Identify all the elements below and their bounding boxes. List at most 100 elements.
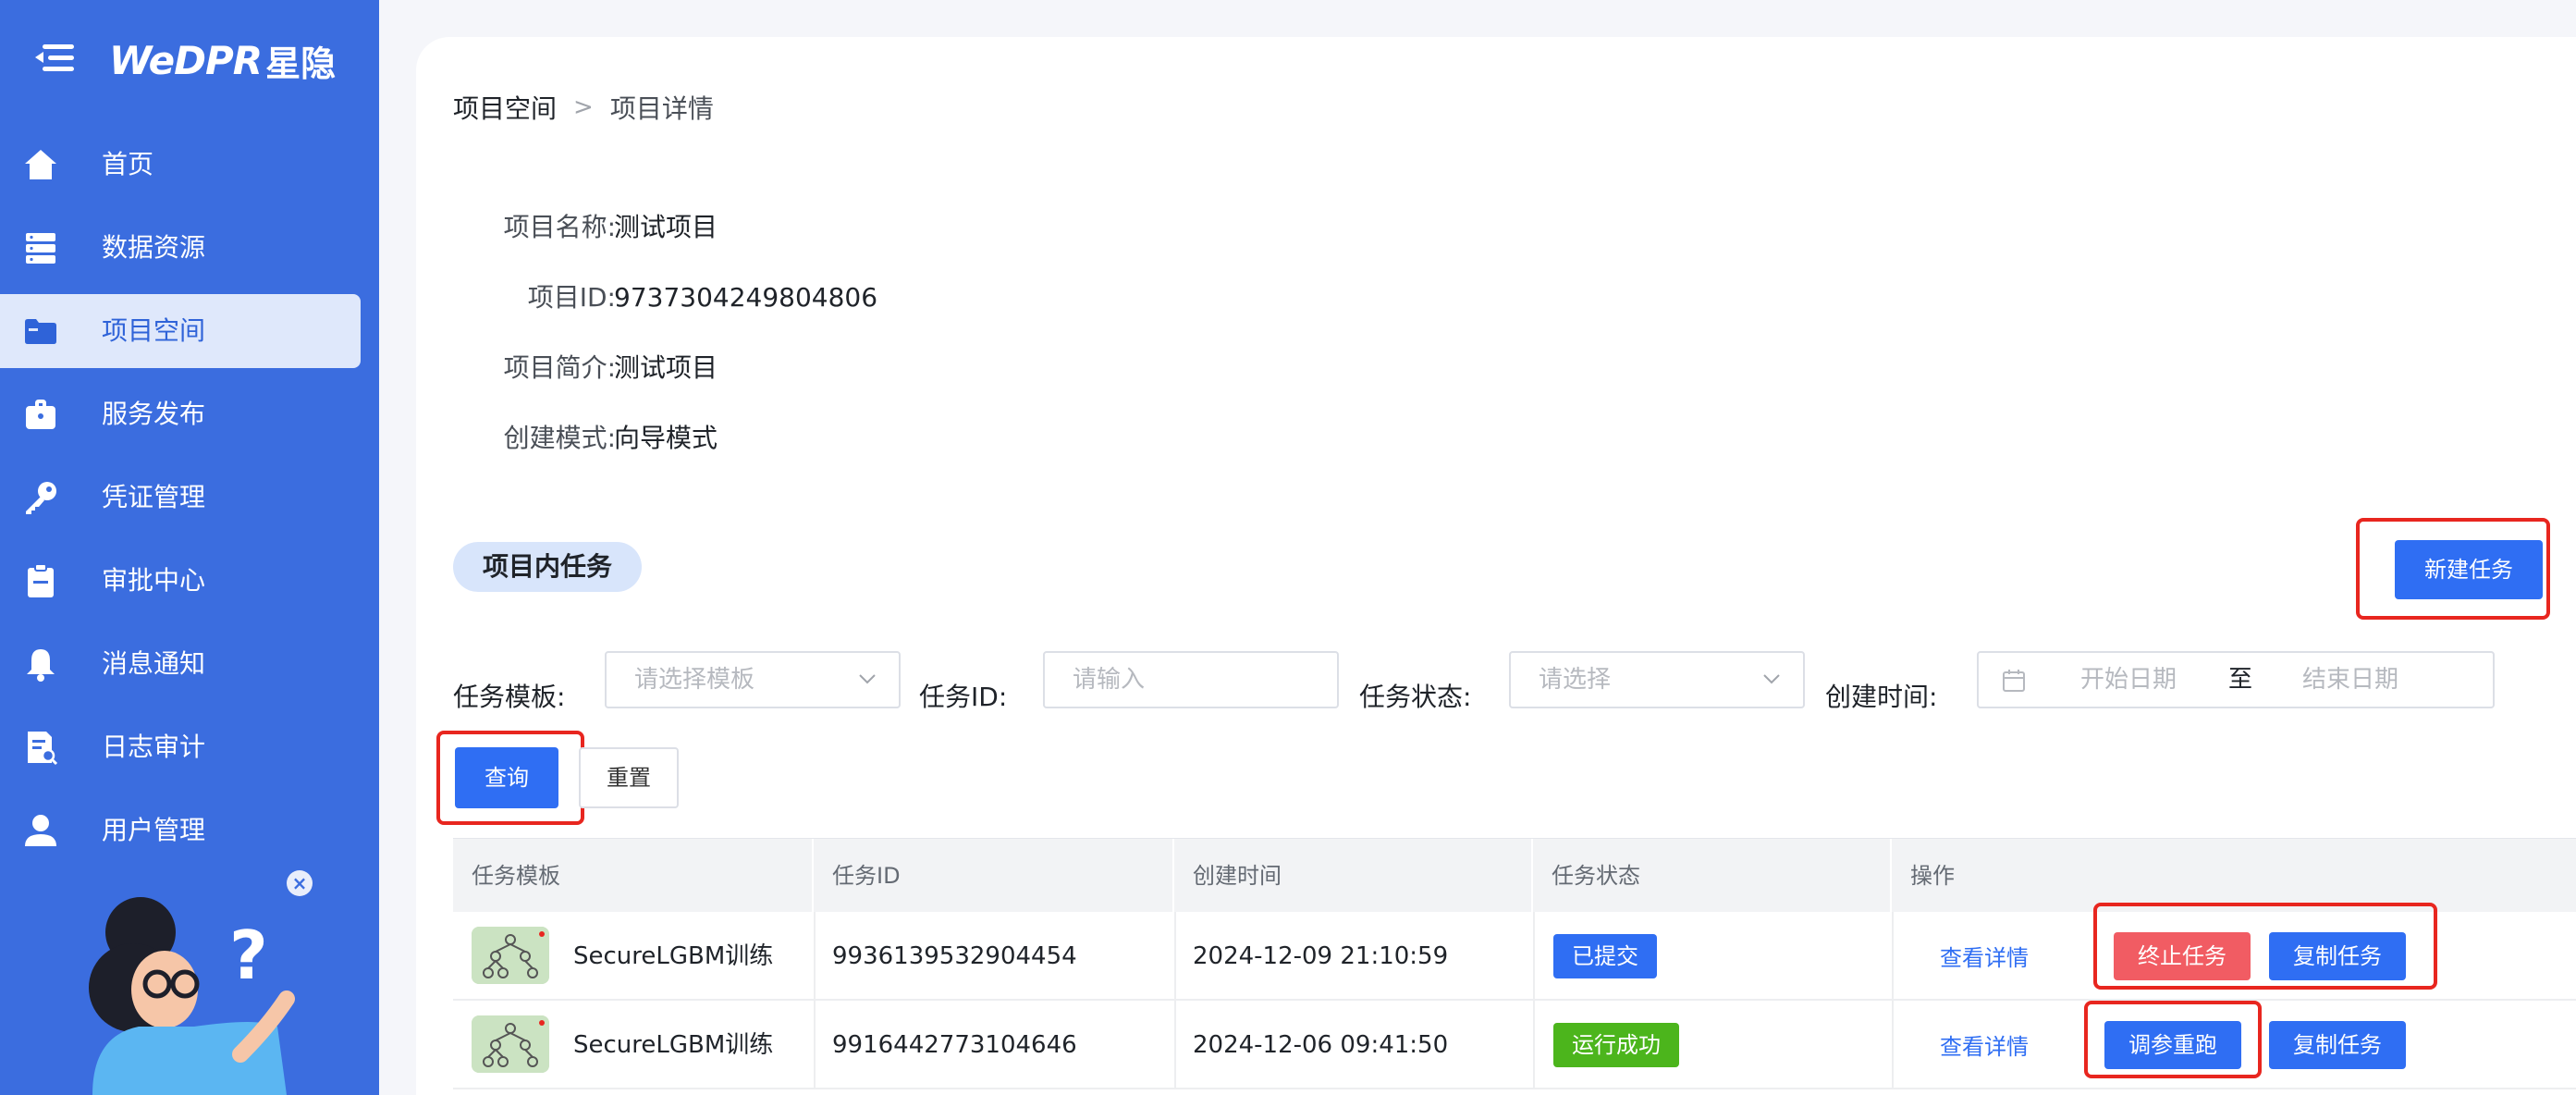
terminate-task-button[interactable]: 终止任务 — [2114, 932, 2251, 980]
sidebar: WeDPR 星隐 首页 数据资源 项目空间 服务发布 凭证管理 审批中心 消息通… — [0, 0, 379, 1095]
key-icon — [26, 482, 56, 514]
task-id-filter-label: 任务ID: — [919, 682, 1008, 712]
template-name: SecureLGBM训练 — [573, 1031, 774, 1059]
project-mode-row: 创建模式: — [416, 420, 616, 457]
project-id-row: 项目ID: — [416, 279, 616, 316]
calendar-icon — [2003, 670, 2025, 692]
project-id-value: 9737304249804806 — [614, 282, 878, 313]
app-logo: WeDPR 星隐 — [109, 28, 336, 92]
new-task-button[interactable]: 新建任务 — [2395, 540, 2543, 599]
sidebar-item-user-management[interactable]: 用户管理 — [0, 794, 361, 867]
project-desc-value: 测试项目 — [614, 352, 718, 383]
cell-divider — [1533, 1001, 1535, 1088]
main-panel: 项目空间 > 项目详情 项目名称: 测试项目 项目ID: 97373042498… — [416, 37, 2576, 1095]
status-select[interactable]: 请选择 — [1509, 651, 1805, 708]
briefcase-icon — [26, 400, 55, 429]
tasks-section-title: 项目内任务 — [453, 542, 643, 592]
status-badge: 运行成功 — [1553, 1023, 1679, 1067]
breadcrumb-current: 项目详情 — [609, 93, 714, 124]
sidebar-item-project-space[interactable]: 项目空间 — [0, 294, 361, 368]
task-id-cell: 9916442773104646 — [832, 1031, 1077, 1059]
database-icon — [26, 233, 55, 264]
help-illustration: ? — [89, 897, 295, 1095]
project-mode-value-wrap: 向导模式 — [614, 420, 1169, 457]
reset-button[interactable]: 重置 — [579, 747, 679, 808]
brand-name-cn: 星隐 — [265, 43, 337, 84]
folder-icon — [25, 319, 56, 344]
menu-collapse-icon[interactable] — [35, 41, 76, 74]
date-range-separator: 至 — [2228, 666, 2253, 694]
cell-divider — [1892, 1001, 1894, 1088]
sidebar-item-credential-management[interactable]: 凭证管理 — [0, 461, 361, 535]
sidebar-item-label: 项目空间 — [102, 315, 206, 346]
template-select-placeholder: 请选择模板 — [634, 666, 755, 694]
copy-task-button[interactable]: 复制任务 — [2269, 932, 2406, 980]
sidebar-item-service-publish[interactable]: 服务发布 — [0, 377, 361, 451]
chevron-down-icon — [1763, 674, 1780, 684]
project-desc-value-wrap: 测试项目 — [614, 350, 1169, 387]
project-id-label: 项目ID: — [527, 282, 616, 313]
template-thumbnail-icon — [472, 1015, 549, 1073]
brand-name: WeDPR — [109, 37, 263, 83]
home-icon — [25, 150, 56, 179]
end-date-placeholder[interactable]: 结束日期 — [2302, 653, 2398, 707]
cell-divider — [1892, 912, 1894, 999]
table-row: SecureLGBM训练 9916442773104646 2024-12-06… — [453, 1001, 2576, 1089]
project-name-value: 测试项目 — [614, 212, 718, 242]
start-date-placeholder[interactable]: 开始日期 — [2080, 653, 2177, 707]
task-id-cell: 9936139532904454 — [832, 942, 1077, 970]
sidebar-item-label: 消息通知 — [102, 648, 206, 679]
project-mode-label: 创建模式: — [503, 423, 616, 453]
audit-log-icon — [28, 732, 58, 766]
created-time-cell: 2024-12-06 09:41:50 — [1193, 1031, 1449, 1059]
cell-divider — [1533, 912, 1535, 999]
template-name: SecureLGBM训练 — [573, 942, 774, 970]
sidebar-item-label: 凭证管理 — [102, 482, 206, 512]
copy-task-button[interactable]: 复制任务 — [2269, 1021, 2406, 1069]
sidebar-item-notifications[interactable]: 消息通知 — [0, 627, 361, 701]
sidebar-item-label: 日志审计 — [102, 732, 206, 762]
project-name-row: 项目名称: — [416, 209, 616, 246]
project-desc-row: 项目简介: — [416, 350, 616, 387]
column-header-status: 任务状态 — [1533, 839, 1892, 913]
task-id-input-placeholder: 请输入 — [1073, 666, 1146, 694]
status-filter-label: 任务状态: — [1359, 682, 1472, 712]
template-select[interactable]: 请选择模板 — [605, 651, 901, 708]
view-details-link[interactable]: 查看详情 — [1940, 940, 2029, 972]
table-row: SecureLGBM训练 9936139532904454 2024-12-09… — [453, 903, 2576, 1001]
status-select-placeholder: 请选择 — [1539, 666, 1612, 694]
project-mode-value: 向导模式 — [614, 423, 718, 453]
retune-rerun-button[interactable]: 调参重跑 — [2104, 1021, 2241, 1069]
clipboard-icon — [28, 563, 54, 597]
sidebar-item-approval-center[interactable]: 审批中心 — [0, 544, 361, 618]
template-thumbnail-icon — [472, 927, 549, 984]
sidebar-item-label: 用户管理 — [102, 815, 206, 845]
breadcrumb: 项目空间 > 项目详情 — [453, 89, 714, 126]
column-header-actions: 操作 — [1910, 863, 1955, 889]
date-range-picker[interactable]: 开始日期 至 结束日期 — [1977, 651, 2495, 708]
user-icon — [25, 815, 56, 846]
template-filter-label: 任务模板: — [453, 682, 566, 712]
column-header-created: 创建时间 — [1174, 839, 1533, 913]
sidebar-item-log-audit[interactable]: 日志审计 — [0, 710, 361, 784]
sidebar-item-data-resources[interactable]: 数据资源 — [0, 211, 361, 285]
project-name-label: 项目名称: — [503, 212, 616, 242]
column-header-task-id: 任务ID — [814, 839, 1174, 913]
created-time-filter-label: 创建时间: — [1825, 682, 1938, 712]
sidebar-item-label: 服务发布 — [102, 399, 206, 429]
sidebar-item-label: 数据资源 — [102, 232, 206, 263]
project-desc-label: 项目简介: — [503, 352, 616, 383]
sidebar-item-label: 审批中心 — [102, 565, 206, 596]
column-header-template: 任务模板 — [453, 839, 814, 913]
created-time-cell: 2024-12-09 21:10:59 — [1193, 942, 1449, 970]
query-button[interactable]: 查询 — [455, 747, 558, 808]
breadcrumb-parent[interactable]: 项目空间 — [453, 89, 557, 126]
breadcrumb-separator: > — [573, 93, 594, 121]
chevron-down-icon — [859, 674, 876, 684]
view-details-link[interactable]: 查看详情 — [1940, 1028, 2029, 1061]
sidebar-item-label: 首页 — [102, 149, 154, 179]
sidebar-item-home[interactable]: 首页 — [0, 128, 361, 202]
bell-icon — [27, 649, 55, 682]
project-name-value-wrap: 测试项目 — [614, 209, 1169, 246]
task-id-input[interactable]: 请输入 — [1043, 651, 1339, 708]
